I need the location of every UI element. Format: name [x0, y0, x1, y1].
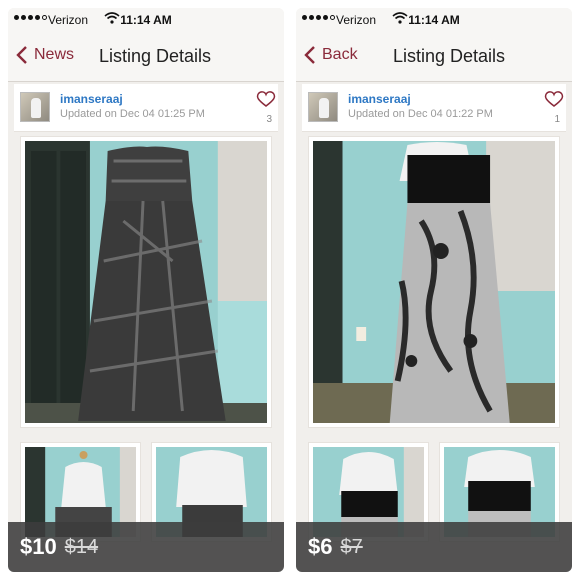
avatar[interactable] [308, 92, 338, 122]
page-title: Listing Details [98, 46, 212, 66]
dress-photo-image [313, 141, 555, 423]
updated-timestamp: Updated on Dec 04 01:22 PM [348, 108, 493, 120]
screenshot-collage: Verizon 11:14 AM News Listing Details im… [0, 0, 580, 580]
status-bar: Verizon 11:14 AM [296, 8, 572, 32]
seller-username[interactable]: imanseraaj [60, 92, 123, 106]
main-photo[interactable] [308, 136, 560, 428]
current-price: $6 [308, 534, 333, 559]
listing-screen-right: Verizon 11:14 AM Back Listing Details im… [296, 8, 572, 572]
heart-icon[interactable] [544, 90, 564, 108]
navigation-bar: Back Listing Details [296, 32, 572, 82]
clock-label: 11:14 AM [120, 13, 172, 27]
navigation-bar: News Listing Details [8, 32, 284, 82]
clock-label: 11:14 AM [408, 13, 460, 27]
status-bar: Verizon 11:14 AM [8, 8, 284, 32]
dress-photo-image [25, 141, 267, 423]
seller-row: imanseraaj Updated on Dec 04 01:25 PM 3 [14, 84, 278, 132]
main-photo[interactable] [20, 136, 272, 428]
listing-screen-left: Verizon 11:14 AM News Listing Details im… [8, 8, 284, 572]
price-bar: $10 $14 [8, 522, 284, 572]
like-count: 3 [266, 114, 272, 125]
original-price: $14 [64, 535, 99, 558]
like-count: 1 [554, 114, 560, 125]
heart-icon[interactable] [256, 90, 276, 108]
price-bar: $6 $7 [296, 522, 572, 572]
page-title: Listing Details [392, 46, 506, 66]
seller-username[interactable]: imanseraaj [348, 92, 411, 106]
original-price: $7 [340, 535, 363, 558]
updated-timestamp: Updated on Dec 04 01:25 PM [60, 108, 205, 120]
current-price: $10 [20, 534, 57, 559]
seller-row: imanseraaj Updated on Dec 04 01:22 PM 1 [302, 84, 566, 132]
avatar[interactable] [20, 92, 50, 122]
